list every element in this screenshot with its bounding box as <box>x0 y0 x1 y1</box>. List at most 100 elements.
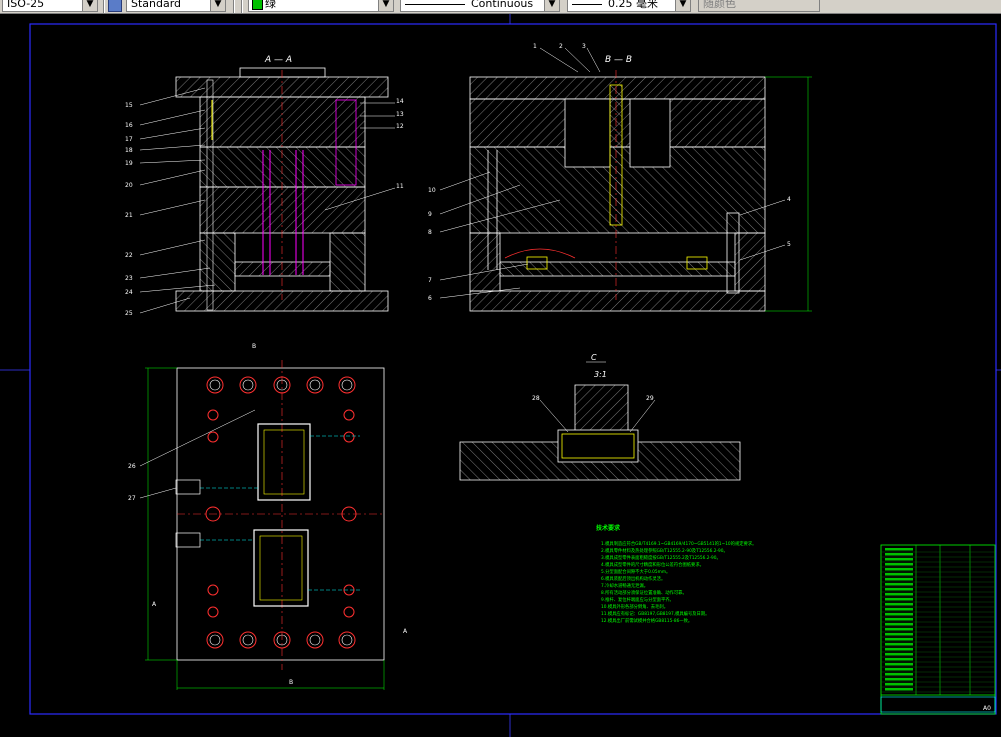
drawing-canvas[interactable]: A — A 15 16 17 18 19 20 21 22 23 24 25 1… <box>0 14 1001 737</box>
callout-28: 28 <box>532 395 540 402</box>
plot-style-dropdown[interactable]: 随颜色 <box>698 0 820 12</box>
section-b-b-view: B — B <box>469 55 812 312</box>
view-mark-a-right: A <box>403 628 408 635</box>
callout-8: 8 <box>428 229 432 236</box>
callout-14: 14 <box>396 98 404 105</box>
callout-24: 24 <box>125 289 133 296</box>
bom-row-mark <box>885 583 913 586</box>
tech-note: 11.模具应有标记：GB8197,GB8197,模具编号及日期。 <box>601 610 709 617</box>
bom-row-mark <box>885 633 913 636</box>
bom-row-mark <box>885 613 913 616</box>
lineweight-dropdown[interactable]: 0.25 毫米 ▼ <box>567 0 691 12</box>
bom-row-mark <box>885 683 913 686</box>
chevron-down-icon: ▼ <box>675 0 690 11</box>
callout-20: 20 <box>125 182 133 189</box>
callout-25: 25 <box>125 310 133 317</box>
tech-note: 3.模具成型零件表面粗糙度按GB/T12555.2及T12556.2-90。 <box>601 554 721 561</box>
bom-row-mark <box>885 688 913 691</box>
dimension-style-dropdown[interactable]: ISO-25 ▼ <box>2 0 98 12</box>
callout-7: 7 <box>428 277 432 284</box>
tech-note: 12.模具出厂前需试模并合格GB8115-86一致。 <box>601 617 692 624</box>
toolbar-separator <box>233 0 235 13</box>
chevron-down-icon: ▼ <box>82 0 97 11</box>
callout-27: 27 <box>128 495 136 502</box>
bom-row-mark <box>885 578 913 581</box>
callout-9: 9 <box>428 211 432 218</box>
tech-note: 1.模具制造应符合GB/T4169.1~GB4169/4170~GB5141的1… <box>601 540 756 547</box>
view-mark-a-left: A <box>152 601 157 608</box>
text-style-value: Standard <box>131 0 182 10</box>
callout-18: 18 <box>125 147 133 154</box>
callout-5: 5 <box>787 241 791 248</box>
color-dropdown[interactable]: 绿 ▼ <box>248 0 394 12</box>
chevron-down-icon: ▼ <box>378 0 393 11</box>
bom-row-mark <box>885 673 913 676</box>
linetype-preview-icon <box>405 4 465 5</box>
view-mark-b-top: B <box>252 343 256 350</box>
bom-row-mark <box>885 618 913 621</box>
properties-toolbar: ISO-25 ▼ Standard ▼ 绿 ▼ Continuous ▼ 0.2… <box>0 0 1001 14</box>
tech-note: 7.冷却水道畅通无泄漏。 <box>601 582 648 589</box>
view-mark-b-bottom: B <box>289 679 293 686</box>
plan-view: 26 27 A A B B <box>128 343 408 690</box>
callout-23: 23 <box>125 275 133 282</box>
bom-row-mark <box>885 603 913 606</box>
section-aa-title: A — A <box>264 55 292 65</box>
bom-row-mark <box>885 573 913 576</box>
bom-row-mark <box>885 638 913 641</box>
tech-note: 6.模具装配后顶出机构动作灵活。 <box>601 575 665 582</box>
tech-note: 4.模具成型零件的尺寸精度和形位公差符合图纸要求。 <box>601 561 704 568</box>
callout-22: 22 <box>125 252 133 259</box>
detail-c-view: C 3:1 28 29 <box>459 353 741 481</box>
toolbar-separator <box>103 0 105 13</box>
callout-17: 17 <box>125 136 133 143</box>
detail-label: C <box>591 353 597 362</box>
bom-row-mark <box>885 558 913 561</box>
callout-19: 19 <box>125 160 133 167</box>
tech-note: 9.推杆、复位杆端面应与分型面平齐。 <box>601 596 674 603</box>
callout-21: 21 <box>125 212 133 219</box>
callout-6: 6 <box>428 295 432 302</box>
color-swatch-icon <box>252 0 263 10</box>
bom-row-mark <box>885 653 913 656</box>
linetype-value: Continuous <box>471 0 534 10</box>
bom-row-mark <box>885 643 913 646</box>
callout-11: 11 <box>396 183 404 190</box>
tech-note: 10.模具外形各部分倒角、去毛刺。 <box>601 603 668 610</box>
bom-row-mark <box>885 563 913 566</box>
callout-16: 16 <box>125 122 133 129</box>
bom-row-mark <box>885 678 913 681</box>
tech-title: 技术要求 <box>596 524 621 532</box>
detail-scale: 3:1 <box>594 370 607 379</box>
section-bb-title: B — B <box>605 55 632 65</box>
callout-4: 4 <box>787 196 791 203</box>
color-value: 绿 <box>265 0 276 10</box>
dimension-style-value: ISO-25 <box>7 0 45 10</box>
bom-row-mark <box>885 593 913 596</box>
callout-3: 3 <box>582 43 586 50</box>
bom-row-mark <box>885 548 913 551</box>
callout-13: 13 <box>396 111 404 118</box>
bom-row-mark <box>885 598 913 601</box>
chevron-down-icon: ▼ <box>210 0 225 11</box>
style-manager-icon[interactable] <box>108 0 122 12</box>
chevron-down-icon: ▼ <box>544 0 559 11</box>
callout-1: 1 <box>533 43 537 50</box>
callout-15: 15 <box>125 102 133 109</box>
linetype-dropdown[interactable]: Continuous ▼ <box>400 0 560 12</box>
bom-row-mark <box>885 588 913 591</box>
tech-note: 2.模具零件材料及热处理参照GB/T12555.2-90及T12556.2-90… <box>601 547 728 554</box>
tech-note: 5.分型面配合间隙不大于0.05mm。 <box>601 568 670 575</box>
bom-row-mark <box>885 553 913 556</box>
callout-12: 12 <box>396 123 404 130</box>
toolbar-separator <box>241 0 243 13</box>
callout-26: 26 <box>128 463 136 470</box>
text-style-dropdown[interactable]: Standard ▼ <box>126 0 226 12</box>
technical-requirements: 技术要求 1.模具制造应符合GB/T4169.1~GB4169/4170~GB5… <box>596 524 756 624</box>
callout-10: 10 <box>428 187 436 194</box>
bom-row-mark <box>885 608 913 611</box>
bom-row-mark <box>885 623 913 626</box>
plot-style-value: 随颜色 <box>703 0 736 10</box>
lineweight-preview-icon <box>572 4 602 5</box>
bom-row-mark <box>885 658 913 661</box>
